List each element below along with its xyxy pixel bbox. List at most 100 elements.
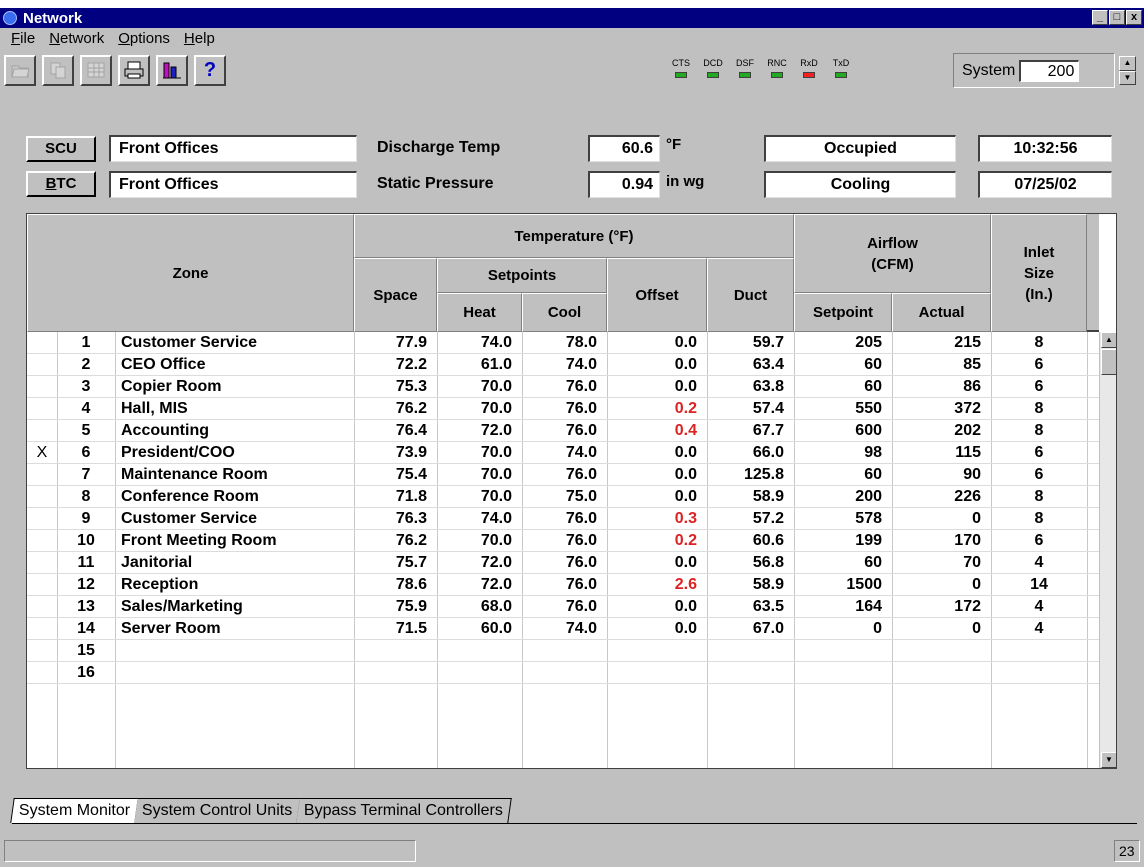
cell-zone: Conference Room <box>121 488 259 505</box>
cell-offset: 0.0 <box>674 488 697 505</box>
window-title: Network <box>23 9 83 27</box>
tab-divider <box>12 823 1137 824</box>
maximize-button[interactable]: □ <box>1109 10 1125 25</box>
cell-duct <box>707 662 794 684</box>
cell-space: 78.6 <box>395 576 427 593</box>
table-row[interactable]: 11 Janitorial 75.7 72.0 76.0 0.0 56.8 60 70 4 <box>27 552 1099 574</box>
btc-button[interactable]: BTC <box>26 171 96 197</box>
table-row[interactable]: 8 Conference Room 71.8 70.0 75.0 0.0 58.9 200 22… <box>27 486 1099 508</box>
help-button[interactable]: ? <box>194 54 226 86</box>
table-row[interactable]: 14 Server Room 71.5 60.0 74.0 0.0 67.0 0 0 4 <box>27 618 1099 640</box>
cell-af-act <box>892 640 991 662</box>
scroll-up-button[interactable]: ▲ <box>1101 332 1116 348</box>
table-row[interactable]: 1 Customer Service 77.9 74.0 78.0 0.0 59.7 205 2… <box>27 332 1099 354</box>
header-temperature: Temperature (°F) <box>354 214 794 258</box>
header-heat: Heat <box>437 293 522 332</box>
menu-file[interactable]: File <box>4 29 42 51</box>
vertical-scrollbar[interactable]: ▲ ▼ <box>1099 332 1116 768</box>
cell-af-set: 205 <box>855 334 882 351</box>
cell-duct <box>707 640 794 662</box>
cell-num: 14 <box>77 620 95 637</box>
cell-offset: 0.0 <box>674 620 697 637</box>
cell-zone <box>121 662 351 684</box>
menu-help[interactable]: Help <box>177 29 222 51</box>
occupancy-field: Occupied <box>764 135 956 162</box>
scroll-thumb[interactable] <box>1101 349 1116 375</box>
table-row[interactable]: 5 Accounting 76.4 72.0 76.0 0.4 67.7 600 202 8 <box>27 420 1099 442</box>
discharge-temp-value: 60.6 <box>588 135 660 162</box>
system-label: System <box>962 61 1016 79</box>
cell-inlet: 6 <box>1034 378 1044 395</box>
cell-af-act: 85 <box>963 356 981 373</box>
print-button[interactable] <box>118 54 150 86</box>
header-cool: Cool <box>522 293 607 332</box>
scroll-down-button[interactable]: ▼ <box>1101 752 1116 768</box>
cell-duct: 66.0 <box>752 444 784 461</box>
cell-duct: 58.9 <box>752 576 784 593</box>
cell-cool: 76.0 <box>565 422 597 439</box>
cell-cool: 76.0 <box>565 576 597 593</box>
cell-cool: 76.0 <box>565 466 597 483</box>
cell-af-act: 202 <box>954 422 981 439</box>
cell-heat: 70.0 <box>480 532 512 549</box>
cell-zone: Reception <box>121 576 199 593</box>
cell-num: 12 <box>77 576 95 593</box>
cell-num: 11 <box>77 554 95 571</box>
menu-options[interactable]: Options <box>111 29 177 51</box>
table-row[interactable]: 13 Sales/Marketing 75.9 68.0 76.0 0.0 63.5 164 1… <box>27 596 1099 618</box>
cell-cool <box>522 640 607 662</box>
cell-space <box>354 640 437 662</box>
cell-heat: 70.0 <box>480 378 512 395</box>
close-button[interactable]: x <box>1126 10 1142 25</box>
led-dcd: DCD <box>700 58 726 78</box>
title-bar[interactable]: Network _ □ x <box>0 8 1144 28</box>
cell-af-set <box>794 640 892 662</box>
cell-offset: 0.0 <box>674 554 697 571</box>
open-button[interactable] <box>4 54 36 86</box>
table-row[interactable]: 16 <box>27 662 1099 684</box>
scu-button[interactable]: SCU <box>26 136 96 162</box>
cell-zone: Customer Service <box>121 334 258 351</box>
cell-cool: 76.0 <box>565 378 597 395</box>
cell-duct: 59.7 <box>752 334 784 351</box>
question-icon: ? <box>203 58 217 81</box>
system-number-input[interactable]: 200 <box>1019 59 1080 82</box>
printer-icon <box>124 61 144 79</box>
cell-mark <box>27 530 57 552</box>
tab-system-control-units[interactable]: System Control Units <box>134 798 302 823</box>
table-row[interactable]: X 6 President/COO 73.9 70.0 74.0 0.0 66.0 98 115 6 <box>27 442 1099 464</box>
cell-mark: X <box>36 444 48 461</box>
led-rxd: RxD <box>796 58 822 78</box>
spin-up-button[interactable]: ▲ <box>1119 56 1136 71</box>
trend-button[interactable] <box>156 54 188 86</box>
table-row[interactable]: 2 CEO Office 72.2 61.0 74.0 0.0 63.4 60 85 6 <box>27 354 1099 376</box>
led-txd: TxD <box>828 58 854 78</box>
header-inlet-size: Inlet Size (In.) <box>991 214 1087 332</box>
table-row[interactable]: 15 <box>27 640 1099 662</box>
tab-system-monitor[interactable]: System Monitor <box>10 798 139 823</box>
table-row[interactable]: 9 Customer Service 76.3 74.0 76.0 0.3 57.2 578 0… <box>27 508 1099 530</box>
cell-cool: 76.0 <box>565 554 597 571</box>
minimize-button[interactable]: _ <box>1092 10 1108 25</box>
led-light <box>803 72 815 78</box>
cell-af-set: 60 <box>864 378 882 395</box>
cell-inlet: 6 <box>1034 444 1044 461</box>
table-row[interactable]: 3 Copier Room 75.3 70.0 76.0 0.0 63.8 60 86 6 <box>27 376 1099 398</box>
cell-num: 2 <box>81 356 91 373</box>
status-panel-count: 23 <box>1114 840 1140 862</box>
cell-space: 77.9 <box>395 334 427 351</box>
table-button[interactable] <box>80 54 112 86</box>
cell-af-act: 90 <box>963 466 981 483</box>
table-row[interactable]: 4 Hall, MIS 76.2 70.0 76.0 0.2 57.4 550 372 8 <box>27 398 1099 420</box>
cell-mark <box>27 420 57 442</box>
copy-button[interactable] <box>42 54 74 86</box>
table-row[interactable]: 7 Maintenance Room 75.4 70.0 76.0 0.0 125.8 60 9… <box>27 464 1099 486</box>
table-row[interactable]: 10 Front Meeting Room 76.2 70.0 76.0 0.2 60.6 1… <box>27 530 1099 552</box>
spin-down-button[interactable]: ▼ <box>1119 70 1136 85</box>
cell-num: 1 <box>81 334 91 351</box>
cell-inlet: 4 <box>1034 620 1044 637</box>
menu-network[interactable]: Network <box>42 29 111 51</box>
table-row[interactable]: 12 Reception 78.6 72.0 76.0 2.6 58.9 1500 0 14 <box>27 574 1099 596</box>
cell-num: 6 <box>81 444 91 461</box>
tab-bypass-terminal-controllers[interactable]: Bypass Terminal Controllers <box>296 798 513 823</box>
